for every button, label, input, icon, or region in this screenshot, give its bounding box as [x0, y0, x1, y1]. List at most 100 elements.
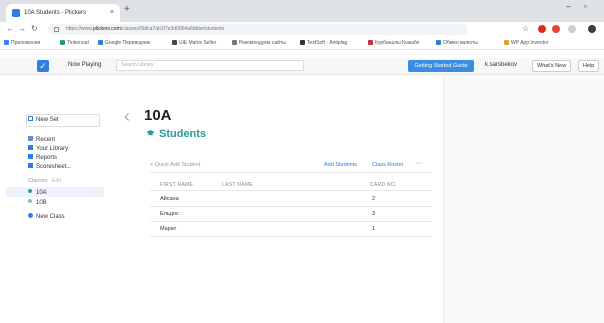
sidebar-item-label: Scoresheet...	[36, 164, 72, 170]
url-field[interactable]: https://www.plickers.com/classes/5bfca7a…	[48, 24, 468, 35]
search-library-input[interactable]: Search Library	[116, 60, 304, 71]
help-button[interactable]: Help	[578, 60, 600, 72]
table-row-card-no: 2	[372, 196, 376, 202]
sidebar-item-label: Reports	[36, 155, 58, 161]
column-header-card-no[interactable]: CARD NO.	[370, 182, 397, 188]
browser-tab-bar: 10A Students - Plickers × + – ▫	[0, 0, 604, 22]
divider	[150, 172, 432, 173]
minimize-icon[interactable]: –	[566, 2, 570, 11]
bookmark-item[interactable]: Рекомендуем сайты	[232, 40, 286, 46]
divider	[150, 190, 432, 191]
bookmark-icon	[172, 40, 177, 45]
bookmark-label: WP App Inventor	[511, 40, 549, 46]
bookmark-item[interactable]: Курбаналы Кожабе	[368, 40, 419, 46]
class-roster-link[interactable]: Class Roster	[372, 162, 403, 168]
section-title-text: Students	[159, 128, 207, 140]
now-playing-link[interactable]: Now Playing	[68, 62, 101, 68]
getting-started-button[interactable]: Getting Started Guide	[408, 60, 474, 72]
close-tab-icon[interactable]: ×	[110, 4, 114, 22]
library-icon	[28, 145, 33, 150]
bookmark-item[interactable]: Google Переводчик	[98, 40, 150, 46]
bookmark-label: Рекомендуем сайты	[239, 40, 286, 46]
bookmark-label: UiE Matrix Seller	[179, 40, 217, 46]
sidebar	[0, 75, 106, 323]
bookmark-icon	[4, 40, 9, 45]
profile-avatar[interactable]	[588, 25, 596, 33]
add-students-link[interactable]: Add Students	[324, 162, 357, 168]
class-color-dot-icon	[28, 199, 32, 203]
sidebar-item-label: New Set	[36, 117, 59, 123]
bookmark-icon	[232, 40, 237, 45]
sidebar-class-10b[interactable]: 10B	[28, 199, 47, 206]
extension-red-icon[interactable]	[538, 25, 546, 33]
bookmark-label: Google Переводчик	[105, 40, 151, 46]
quick-add-student-button[interactable]: + Quick Add Student	[150, 162, 200, 168]
forward-icon[interactable]: →	[18, 24, 26, 33]
new-set-icon	[28, 116, 33, 121]
table-row-first-name[interactable]: Марат	[160, 226, 176, 232]
sidebar-item-reports[interactable]: Reports	[28, 154, 57, 161]
bookmark-label: Обмен валюты	[443, 40, 478, 46]
bookmark-label: TextSoft · Antiplag	[307, 40, 348, 46]
bookmarks-bar: Приложения Tinkercad Google Переводчик U…	[0, 37, 604, 50]
bookmark-icon	[436, 40, 441, 45]
divider	[150, 221, 432, 222]
bookmark-item[interactable]: WP App Inventor	[504, 40, 548, 46]
app-header: ✓ Now Playing Search Library Getting Sta…	[0, 58, 604, 75]
reports-icon	[28, 154, 33, 159]
bookmark-icon	[504, 40, 509, 45]
sidebar-item-label: New Class	[36, 214, 65, 220]
sidebar-item-label: Your Library	[36, 146, 69, 152]
bookmark-icon	[368, 40, 373, 45]
lock-icon	[54, 27, 59, 32]
new-tab-icon[interactable]: +	[124, 4, 130, 15]
bookmark-label: Приложения	[11, 40, 41, 46]
bookmark-item[interactable]: Приложения	[4, 40, 40, 46]
tab-title: 10A Students - Plickers	[24, 10, 87, 16]
user-menu[interactable]: k.sarsbekov	[485, 62, 517, 68]
classes-edit-link[interactable]: Edit	[52, 178, 61, 184]
bookmark-item[interactable]: TextSoft · Antiplag	[300, 40, 347, 46]
classes-header: Classes Edit	[28, 178, 61, 184]
divider	[150, 206, 432, 207]
bookmark-item[interactable]: UiE Matrix Seller	[172, 40, 216, 46]
class-color-dot-icon	[28, 189, 32, 193]
sidebar-item-new-set[interactable]: New Set	[28, 116, 59, 123]
sidebar-item-label: Recent	[36, 137, 56, 143]
scoresheet-icon	[28, 163, 33, 168]
plickers-favicon-icon	[12, 9, 20, 17]
bookmark-icon	[98, 40, 103, 45]
selected-class-highlight	[6, 187, 104, 197]
extension-gray-icon[interactable]	[568, 25, 576, 33]
section-title: Students	[146, 128, 206, 140]
table-row-card-no: 3	[372, 211, 376, 217]
bookmark-item[interactable]: Tinkercad	[60, 40, 89, 46]
bookmark-item[interactable]: Обмен валюты	[436, 40, 478, 46]
table-row-card-no: 1	[372, 226, 376, 232]
page-title: 10A	[144, 107, 172, 124]
sidebar-item-recent[interactable]: Recent	[28, 136, 55, 143]
browser-tab[interactable]: 10A Students - Plickers ×	[6, 4, 120, 22]
table-row-first-name[interactable]: Айсана	[160, 196, 179, 202]
right-panel	[443, 75, 604, 323]
reload-icon[interactable]: ↻	[31, 24, 38, 33]
sidebar-class-10a[interactable]: 10A	[28, 189, 47, 196]
more-options-icon[interactable]: ···	[415, 160, 422, 167]
table-row-first-name[interactable]: Ельдос	[160, 211, 179, 217]
restore-icon[interactable]: ▫	[584, 2, 587, 11]
bookmark-star-icon[interactable]: ☆	[522, 24, 529, 33]
sidebar-new-class[interactable]: New Class	[28, 213, 65, 220]
sidebar-item-library[interactable]: Your Library	[28, 145, 68, 152]
address-bar-row: ← → ↻ https://www.plickers.com/classes/5…	[0, 22, 604, 37]
back-icon[interactable]: ←	[6, 24, 14, 33]
plickers-logo-icon[interactable]: ✓	[37, 60, 49, 72]
back-chevron-icon[interactable]: ‹	[124, 106, 130, 127]
extension-badge-icon[interactable]	[552, 25, 560, 33]
column-header-last-name[interactable]: LAST NAME	[222, 182, 253, 188]
whats-new-button[interactable]: What's New	[532, 60, 572, 72]
divider	[150, 236, 432, 237]
url-host: plickers.com	[92, 26, 121, 32]
column-header-first-name[interactable]: FIRST NAME	[160, 182, 193, 188]
sidebar-item-scoresheet[interactable]: Scoresheet...	[28, 163, 71, 170]
plus-icon	[28, 213, 33, 218]
